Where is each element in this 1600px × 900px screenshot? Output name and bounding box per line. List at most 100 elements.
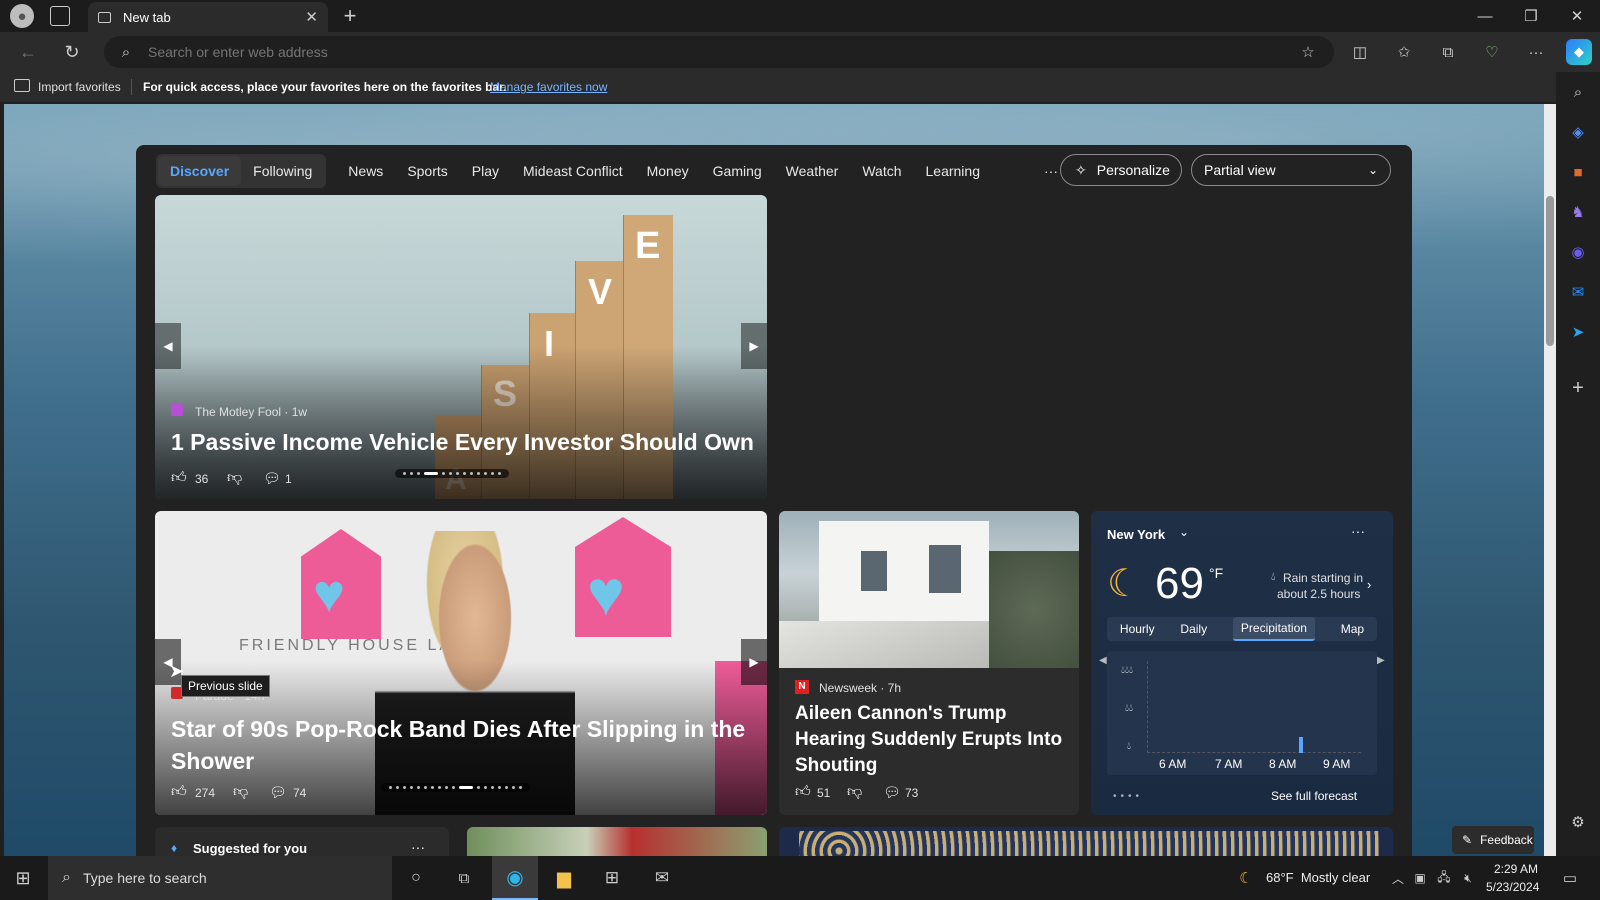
sidebar-add-icon[interactable]: + <box>1566 376 1590 400</box>
hero-headline[interactable]: 1 Passive Income Vehicle Every Investor … <box>171 429 754 456</box>
nav-item-sports[interactable]: Sports <box>395 156 459 186</box>
sidebar-shopping-icon[interactable]: ◈ <box>1566 120 1590 144</box>
story3-source[interactable]: Newsweek · 7h <box>819 681 901 695</box>
dislike-icon[interactable]: 👎︎ <box>227 469 242 487</box>
chevron-right-icon[interactable]: › <box>1367 577 1371 592</box>
story-card-obituary[interactable]: ♥ ♥ FRIENDLY HOUSE LA ◀ ▶ Parade · 14h P… <box>155 511 767 815</box>
browser-essentials-icon[interactable]: ♡ <box>1480 40 1504 64</box>
hero-next-slide-button[interactable]: ▶ <box>741 323 767 369</box>
weather-tab-map[interactable]: Map <box>1341 622 1364 636</box>
scrollbar-thumb[interactable] <box>1546 196 1554 346</box>
nav-item-mideast-conflict[interactable]: Mideast Conflict <box>511 156 635 186</box>
profile-avatar[interactable]: ● <box>10 4 34 28</box>
story-card-newsweek[interactable]: N Newsweek · 7h Aileen Cannon's Trump He… <box>779 511 1079 815</box>
copilot-icon[interactable]: ◆ <box>1566 39 1592 65</box>
story-card-partial[interactable] <box>467 827 767 856</box>
personalize-button[interactable]: ✧ Personalize <box>1060 154 1182 186</box>
taskbar-weather-text[interactable]: 68°F Mostly clear <box>1266 870 1370 885</box>
address-input[interactable] <box>148 42 1248 62</box>
mail-icon[interactable]: ✉ <box>648 866 676 890</box>
edge-taskbar-icon[interactable]: ◉ <box>492 856 538 900</box>
weather-tab-hourly[interactable]: Hourly <box>1120 622 1155 636</box>
weather-more-icon[interactable]: ··· <box>1351 523 1365 539</box>
tab-discover[interactable]: Discover <box>158 156 242 186</box>
sidebar-outlook-icon[interactable]: ✉ <box>1566 280 1590 304</box>
nav-item-gaming[interactable]: Gaming <box>701 156 774 186</box>
suggested-more-icon[interactable]: ··· <box>411 839 425 855</box>
see-full-forecast-link[interactable]: See full forecast <box>1271 789 1357 803</box>
volume-muted-icon[interactable]: 🔇︎ <box>1460 868 1476 888</box>
show-hidden-icons[interactable]: ︿ <box>1390 868 1406 888</box>
story2-next-slide-button[interactable]: ▶ <box>741 639 767 685</box>
hero-slide-indicator[interactable] <box>395 469 509 478</box>
close-window-icon[interactable]: ✕ <box>1562 4 1592 28</box>
microsoft-store-icon[interactable]: ⊞ <box>598 866 626 890</box>
sidebar-games-icon[interactable]: ♞ <box>1566 200 1590 224</box>
weather-card[interactable]: New York ⌄ ··· ☾ 69 °F 💧︎ Rain starting … <box>1091 511 1393 815</box>
weather-tab-daily[interactable]: Daily <box>1180 622 1207 636</box>
cortana-icon[interactable]: ○ <box>402 866 430 890</box>
sidebar-settings-icon[interactable]: ⚙ <box>1566 810 1590 834</box>
dislike-icon[interactable]: 👎︎ <box>847 783 862 801</box>
view-select[interactable]: Partial view ⌄ <box>1191 154 1391 186</box>
weather-page-dots[interactable]: •••• <box>1113 791 1143 802</box>
add-favorite-star-icon[interactable]: ☆ <box>1298 42 1318 62</box>
close-tab-icon[interactable]: ✕ <box>305 8 318 26</box>
taskbar-search-box[interactable]: ⌕ Type here to search <box>48 856 392 900</box>
hero-story-card[interactable]: E V I S A ◀ ▶ The Motley Fool · 1w 1 Pas… <box>155 195 767 499</box>
hero-source[interactable]: The Motley Fool · 1w <box>195 405 307 419</box>
settings-more-icon[interactable]: ··· <box>1524 40 1548 64</box>
task-view-icon[interactable]: ⧉ <box>450 866 478 890</box>
dislike-icon[interactable]: 👎︎ <box>233 783 248 801</box>
restore-icon[interactable]: ❐ <box>1516 4 1546 28</box>
nav-item-money[interactable]: Money <box>635 156 701 186</box>
nav-item-watch[interactable]: Watch <box>850 156 913 186</box>
collections-icon[interactable]: ⧉ <box>1436 40 1460 64</box>
nav-item-play[interactable]: Play <box>460 156 511 186</box>
story-card-seals[interactable] <box>779 827 1393 856</box>
manage-favorites-link[interactable]: Manage favorites now <box>490 80 607 94</box>
new-tab-button[interactable]: + <box>338 3 362 28</box>
import-favorites-button[interactable]: Import favorites <box>38 80 121 94</box>
sidebar-tools-icon[interactable]: ■ <box>1566 160 1590 184</box>
taskbar-time[interactable]: 2:29 AM <box>1494 862 1538 876</box>
nav-item-news[interactable]: News <box>336 156 395 186</box>
comment-icon[interactable]: 💬︎ <box>883 784 901 801</box>
windows-start-icon[interactable]: ⊞ <box>8 866 38 890</box>
address-bar[interactable]: ⌕ ☆ <box>104 36 1334 68</box>
file-explorer-icon[interactable]: ▆ <box>550 866 578 890</box>
comment-icon[interactable]: 💬︎ <box>269 784 287 801</box>
network-icon[interactable]: 🖧︎ <box>1436 868 1452 888</box>
tab-following[interactable]: Following <box>241 156 324 186</box>
import-favorites-icon[interactable] <box>14 79 30 92</box>
nav-item-weather[interactable]: Weather <box>774 156 851 186</box>
like-icon[interactable]: 👍︎ <box>171 783 187 801</box>
story2-headline[interactable]: Star of 90s Pop-Rock Band Dies After Sli… <box>171 713 751 777</box>
comment-icon[interactable]: 💬︎ <box>263 470 281 487</box>
sidebar-search-icon[interactable]: ⌕ <box>1566 80 1590 104</box>
favorites-icon[interactable]: ✩ <box>1392 40 1416 64</box>
chevron-down-icon[interactable]: ⌄ <box>1179 525 1189 539</box>
weather-city[interactable]: New York <box>1107 527 1165 542</box>
refresh-icon[interactable]: ↻ <box>60 40 84 64</box>
feedback-button[interactable]: ✎ Feedback <box>1452 826 1534 854</box>
chart-next-icon[interactable]: ▶ <box>1377 655 1385 666</box>
hero-prev-slide-button[interactable]: ◀ <box>155 323 181 369</box>
back-icon[interactable]: ← <box>16 40 40 64</box>
meet-now-icon[interactable]: ▣ <box>1412 868 1428 888</box>
chart-prev-icon[interactable]: ◀ <box>1099 655 1107 666</box>
story3-headline[interactable]: Aileen Cannon's Trump Hearing Suddenly E… <box>795 701 1071 779</box>
minimize-icon[interactable]: — <box>1470 4 1500 28</box>
tab-new-tab[interactable]: New tab ✕ <box>88 2 328 32</box>
tab-actions-icon[interactable] <box>50 6 70 26</box>
nav-item-learning[interactable]: Learning <box>914 156 993 186</box>
like-icon[interactable]: 👍︎ <box>795 783 811 801</box>
notification-center-icon[interactable]: ▭ <box>1558 868 1582 888</box>
sidebar-send-icon[interactable]: ➤ <box>1566 320 1590 344</box>
like-icon[interactable]: 👍︎ <box>171 469 187 487</box>
taskbar-date[interactable]: 5/23/2024 <box>1486 880 1539 894</box>
sidebar-copilot-icon[interactable]: ◉ <box>1566 240 1590 264</box>
story2-slide-indicator[interactable] <box>381 783 530 792</box>
page-scrollbar[interactable] <box>1544 104 1556 856</box>
weather-tab-precipitation[interactable]: Precipitation <box>1232 617 1315 641</box>
